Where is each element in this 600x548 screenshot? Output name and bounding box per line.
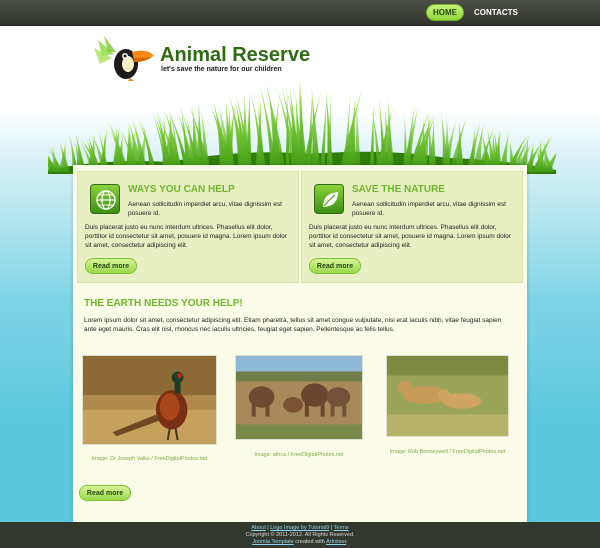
read-more-button[interactable]: Read more xyxy=(85,258,137,274)
site-title[interactable]: Animal Reserve xyxy=(160,44,310,67)
feature-body: Duis placerat justo eu nunc interdum ult… xyxy=(309,224,511,249)
footer-link-joomla[interactable]: Joomla Template xyxy=(252,539,293,545)
photo-caption: Image: Dr Joseph Valks / FreeDigitalPhot… xyxy=(91,456,208,462)
top-nav-bar: HOME CONTACTS xyxy=(0,0,600,26)
nav-home-button[interactable]: HOME xyxy=(426,4,464,21)
globe-icon xyxy=(90,184,120,214)
feature-box-save-nature: SAVE THE NATURE Aenean sollicitudin impe… xyxy=(301,171,523,283)
feature-box-ways-to-help: WAYS YOU CAN HELP Aenean sollicitudin im… xyxy=(77,171,299,283)
section-text: Lorem ipsum dolor sit amet, consectetur … xyxy=(84,317,502,333)
footer-link-about[interactable]: About xyxy=(251,525,265,531)
toucan-icon[interactable] xyxy=(92,34,156,82)
read-more-button[interactable]: Read more xyxy=(309,258,361,274)
feature-body: Duis placerat justo eu nunc interdum ult… xyxy=(85,224,287,249)
footer-created-with: created with xyxy=(293,539,327,545)
footer-link-terms[interactable]: Terms xyxy=(334,525,349,531)
elephants-photo xyxy=(235,355,363,440)
footer-copyright: Copyright © 2011-2012. All Rights Reserv… xyxy=(245,532,355,538)
footer-credits: Joomla Template created with Artisteer. xyxy=(0,539,600,546)
feature-title: WAYS YOU CAN HELP xyxy=(128,184,235,195)
section-title: THE EARTH NEEDS YOUR HELP! xyxy=(84,298,243,309)
footer: About | Logo Image by Tutorial9 | Terms … xyxy=(0,522,600,548)
feature-intro: Aenean sollicitudin imperdiet arcu, vita… xyxy=(352,201,506,217)
photo-caption: Image: africa / FreeDigitalPhotos.net xyxy=(254,452,344,458)
footer-period: . xyxy=(346,539,348,545)
footer-links: About | Logo Image by Tutorial9 | Terms xyxy=(0,525,600,532)
content-panel: WAYS YOU CAN HELP Aenean sollicitudin im… xyxy=(73,165,527,522)
pheasant-photo xyxy=(82,355,217,445)
grass-decoration xyxy=(48,78,556,174)
lionesses-photo xyxy=(386,355,509,437)
feature-title: SAVE THE NATURE xyxy=(352,184,445,195)
read-more-button[interactable]: Read more xyxy=(79,485,131,501)
site-slogan: let's save the nature for our children xyxy=(161,66,282,73)
leaf-icon xyxy=(314,184,344,214)
nav-contacts-link[interactable]: CONTACTS xyxy=(474,4,518,21)
footer-link-logo[interactable]: Logo Image by Tutorial9 xyxy=(270,525,329,531)
feature-intro: Aenean sollicitudin imperdiet arcu, vita… xyxy=(128,201,282,217)
footer-link-artisteer[interactable]: Artisteer xyxy=(326,539,346,545)
photo-caption: Image: Rob Bonneywell / FreeDigitalPhoto… xyxy=(389,449,506,455)
